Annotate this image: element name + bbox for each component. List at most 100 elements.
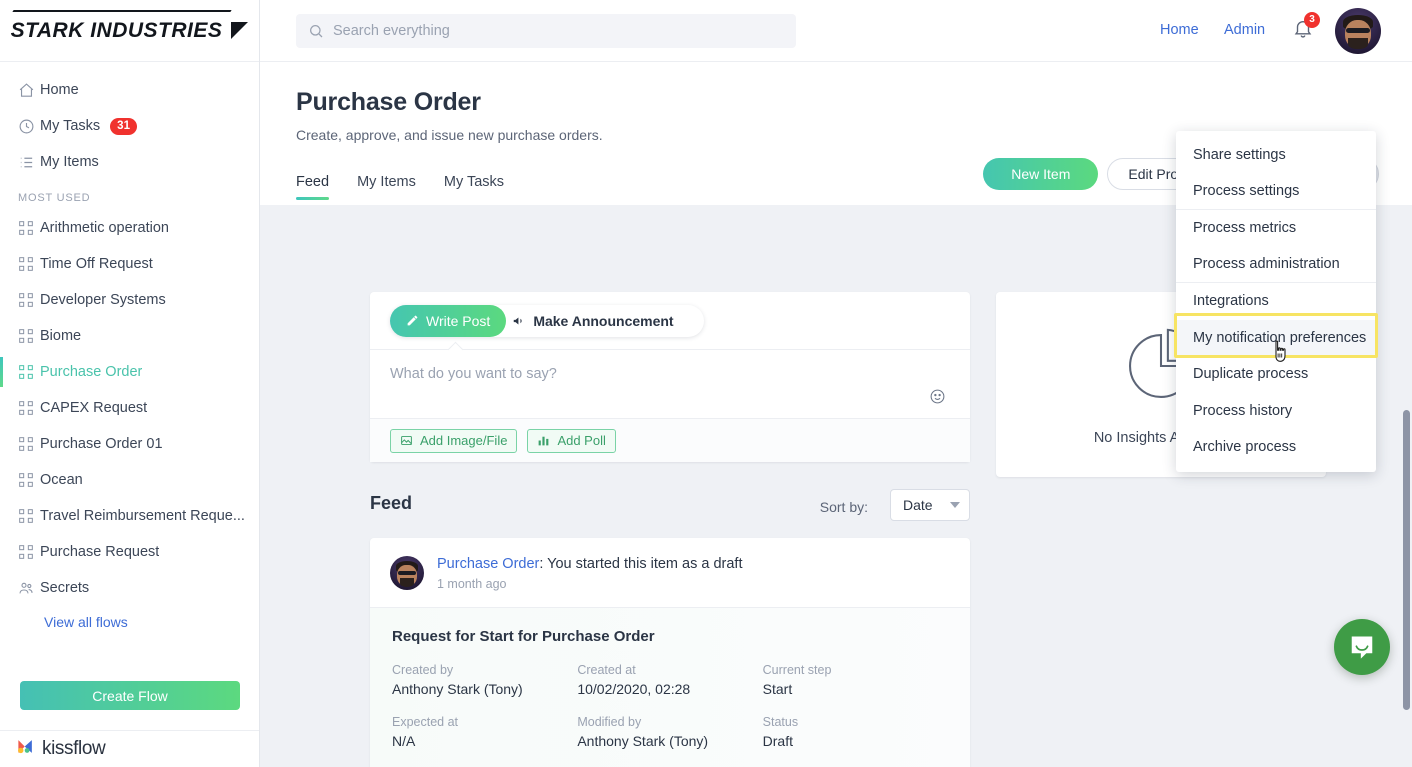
detail-field-label: Current step: [762, 663, 832, 677]
sidebar-item-label: Travel Reimbursement Reque...: [40, 508, 245, 524]
sidebar-item-secrets[interactable]: Secrets: [0, 570, 259, 606]
feed-post: Purchase Order: You started this item as…: [370, 538, 970, 767]
composer-tab-label: Write Post: [426, 312, 491, 329]
page-tabs: Feed My Items My Tasks: [296, 174, 504, 200]
flow-icon: [18, 508, 40, 524]
sidebar-item-purchase-order[interactable]: Purchase Order: [0, 354, 259, 390]
sidebar-item-developer-systems[interactable]: Developer Systems: [0, 282, 259, 318]
sidebar-item-purchase-order-01[interactable]: Purchase Order 01: [0, 426, 259, 462]
detail-field-value: Draft: [762, 733, 793, 749]
menu-item-process-metrics[interactable]: Process metrics: [1176, 210, 1376, 247]
menu-item-process-history[interactable]: Process history: [1176, 393, 1376, 430]
detail-field-label: Created at: [577, 663, 636, 677]
sidebar-item-biome[interactable]: Biome: [0, 318, 259, 354]
detail-field-value: Start: [762, 681, 793, 697]
composer-textarea[interactable]: What do you want to say?: [370, 350, 970, 418]
brand-logo[interactable]: STARK INDUSTRIES: [0, 0, 259, 62]
post-message: : You started this item as a draft: [539, 556, 743, 572]
sidebar-item-arithmetic-operation[interactable]: Arithmetic operation: [0, 210, 259, 246]
menu-item-duplicate-process[interactable]: Duplicate process: [1176, 356, 1376, 393]
sidebar-item-label: My Items: [40, 154, 99, 170]
menu-item-share-settings[interactable]: Share settings: [1176, 137, 1376, 174]
more-options-menu: Share settings Process settings Process me…: [1176, 131, 1376, 472]
detail-field: Status Draft: [763, 715, 948, 749]
flow-icon: [18, 292, 40, 308]
sidebar-item-capex-request[interactable]: CAPEX Request: [0, 390, 259, 426]
search-input[interactable]: [333, 23, 773, 39]
detail-field: Current step Start: [763, 663, 948, 697]
flow-icon: [18, 364, 40, 380]
sidebar-item-label: Secrets: [40, 580, 90, 596]
add-image-file-label: Add Image/File: [420, 433, 508, 448]
page-title: Purchase Order: [296, 88, 481, 116]
sidebar-view-all-flows[interactable]: View all flows: [0, 606, 259, 630]
sidebar-item-my-items[interactable]: My Items: [0, 144, 259, 180]
menu-item-label: Archive process: [1193, 439, 1297, 456]
topbar-link-admin[interactable]: Admin: [1224, 22, 1265, 38]
search-icon: [308, 23, 324, 39]
post-meta: Purchase Order: You started this item as…: [437, 556, 742, 591]
composer-tab-make-announcement[interactable]: Make Announcement: [506, 305, 689, 337]
intercom-chat-button[interactable]: [1334, 619, 1390, 675]
sidebar-item-label: CAPEX Request: [40, 400, 148, 416]
sidebar-item-my-tasks[interactable]: My Tasks 31: [0, 108, 259, 144]
sort-by-select[interactable]: Date: [890, 489, 970, 521]
my-tasks-badge: 31: [110, 117, 137, 135]
composer-tab-write-post[interactable]: Write Post: [390, 304, 507, 337]
kissflow-footer: kissflow: [0, 730, 259, 767]
sidebar-item-ocean[interactable]: Ocean: [0, 462, 259, 498]
menu-item-archive-process[interactable]: Archive process: [1176, 429, 1376, 466]
menu-item-process-administration[interactable]: Process administration: [1176, 247, 1376, 283]
detail-field: Created by Anthony Stark (Tony): [392, 663, 577, 697]
add-image-file-button[interactable]: Add Image/File: [390, 428, 518, 453]
detail-field: Expected at N/A: [392, 715, 577, 749]
user-avatar[interactable]: [1335, 8, 1381, 54]
sidebar-item-label: Home: [40, 82, 79, 98]
detail-field-value: 10/02/2020, 02:28: [577, 681, 691, 697]
flow-icon: [18, 472, 40, 488]
menu-item-label: Integrations: [1193, 293, 1269, 310]
post-text: Purchase Order: You started this item as…: [437, 556, 742, 572]
topbar-link-home[interactable]: Home: [1160, 22, 1199, 38]
kissflow-logo-icon: [16, 737, 35, 761]
create-flow-button[interactable]: Create Flow: [20, 681, 240, 710]
sidebar-item-travel-reimbursement-reque[interactable]: Travel Reimbursement Reque...: [0, 498, 259, 534]
menu-item-integrations[interactable]: Integrations: [1176, 283, 1376, 320]
sidebar-item-purchase-request[interactable]: Purchase Request: [0, 534, 259, 570]
detail-field-value: Anthony Stark (Tony): [577, 733, 709, 749]
post-detail-box: Request for Start for Purchase Order Cre…: [370, 607, 970, 767]
topbar: Home Admin 3: [260, 0, 1412, 62]
scrollbar-thumb[interactable]: [1403, 410, 1410, 710]
composer-tab-bar: Write Post Make Announcement: [370, 292, 970, 358]
sidebar-item-home[interactable]: Home: [0, 72, 259, 108]
tab-feed[interactable]: Feed: [296, 174, 330, 200]
sidebar-item-time-off-request[interactable]: Time Off Request: [0, 246, 259, 282]
menu-item-process-settings[interactable]: Process settings: [1176, 174, 1376, 210]
flow-icon: [18, 220, 40, 236]
vertical-scrollbar[interactable]: [1401, 410, 1412, 767]
tab-my-tasks[interactable]: My Tasks: [444, 174, 504, 200]
avatar-image: [1335, 8, 1381, 54]
notifications-button[interactable]: 3: [1292, 12, 1320, 45]
clock-icon: [18, 118, 40, 135]
chevron-down-icon: [950, 502, 960, 508]
detail-field-label: Status: [762, 715, 799, 729]
menu-item-my-notification-preferences[interactable]: My notification preferences: [1176, 319, 1376, 356]
new-item-button[interactable]: New Item: [983, 158, 1099, 190]
sidebar-flow-list: Arithmetic operation Time Off Request Deve…: [0, 210, 259, 606]
post-detail-grid: Created by Anthony Stark (Tony) Created at…: [392, 663, 948, 749]
emoji-icon[interactable]: [929, 388, 946, 410]
list-icon: [18, 154, 40, 171]
tab-my-items[interactable]: My Items: [357, 174, 416, 200]
post-actor-link[interactable]: Purchase Order: [437, 556, 539, 572]
sidebar-item-label: Biome: [40, 328, 82, 344]
composer-placeholder: What do you want to say?: [390, 366, 557, 382]
avatar-image: [390, 556, 424, 590]
add-poll-button[interactable]: Add Poll: [527, 428, 616, 453]
flow-icon: [18, 400, 40, 416]
global-search[interactable]: [296, 14, 796, 48]
post-composer: Write Post Make Announcement What do you…: [370, 292, 970, 462]
sidebar-top-nav: Home My Tasks 31 My Items: [0, 62, 259, 180]
sidebar-item-label: Purchase Order 01: [40, 436, 163, 452]
megaphone-icon: [512, 314, 526, 328]
